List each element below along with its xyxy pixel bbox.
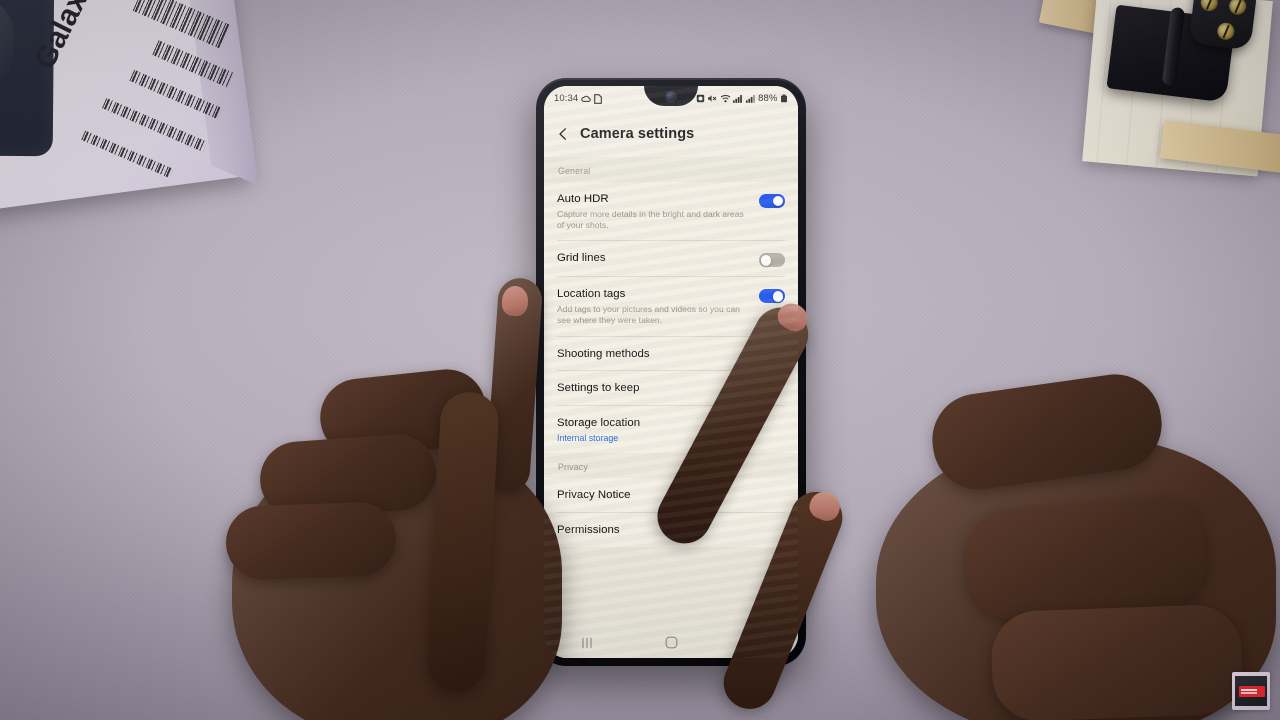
watermark-enter-key <box>1239 686 1265 697</box>
battery-icon <box>780 94 788 103</box>
signal-sim2-icon <box>745 94 756 103</box>
setting-row-grid-lines[interactable]: Grid lines <box>544 241 798 276</box>
watermark-keyboard <box>1235 676 1267 706</box>
status-bar-right: 88% <box>696 93 788 104</box>
status-bar-clock: 10:34 <box>554 93 579 104</box>
left-little-knuckle <box>224 501 398 581</box>
mute-icon <box>707 94 717 103</box>
section-header-general: General <box>544 157 798 182</box>
app-header: Camera settings <box>544 111 798 157</box>
toggle-grid-lines[interactable] <box>759 253 785 268</box>
status-bar-left: 10:34 <box>554 93 603 104</box>
battery-percent-label: 88% <box>758 93 778 104</box>
toggle-knob <box>772 195 784 207</box>
toggle-auto-hdr[interactable] <box>759 194 785 208</box>
home-icon[interactable] <box>665 636 678 654</box>
setting-title: Auto HDR <box>557 193 609 205</box>
photo-scene: SAMSUNG Galaxy A06 10:34 <box>0 0 1280 720</box>
page-title: Camera settings <box>580 126 695 142</box>
weather-icon <box>581 94 591 103</box>
right-lower-knuckles <box>962 495 1210 623</box>
signal-sim1-icon <box>733 94 743 103</box>
left-index-nail <box>500 285 530 317</box>
setting-row-auto-hdr[interactable]: Auto HDR Capture more details in the bri… <box>544 182 798 240</box>
toggle-knob <box>772 291 784 302</box>
setting-title: Grid lines <box>557 252 606 265</box>
sim-card-icon <box>594 93 603 104</box>
alarm-icon <box>696 94 705 103</box>
toggle-location-tags[interactable] <box>759 289 785 304</box>
channel-watermark <box>1232 672 1270 710</box>
wifi-icon <box>720 94 731 103</box>
left-hand <box>224 276 584 720</box>
toggle-knob <box>760 255 772 266</box>
right-hand <box>647 288 1280 720</box>
right-palm-base <box>990 603 1244 720</box>
setting-title: Location tags <box>557 288 626 301</box>
chevron-left-icon[interactable] <box>556 127 570 141</box>
setting-subtitle: Capture more details in the bright and d… <box>557 208 744 231</box>
setting-subtitle: Add tags to your pictures and videos so … <box>557 304 740 326</box>
